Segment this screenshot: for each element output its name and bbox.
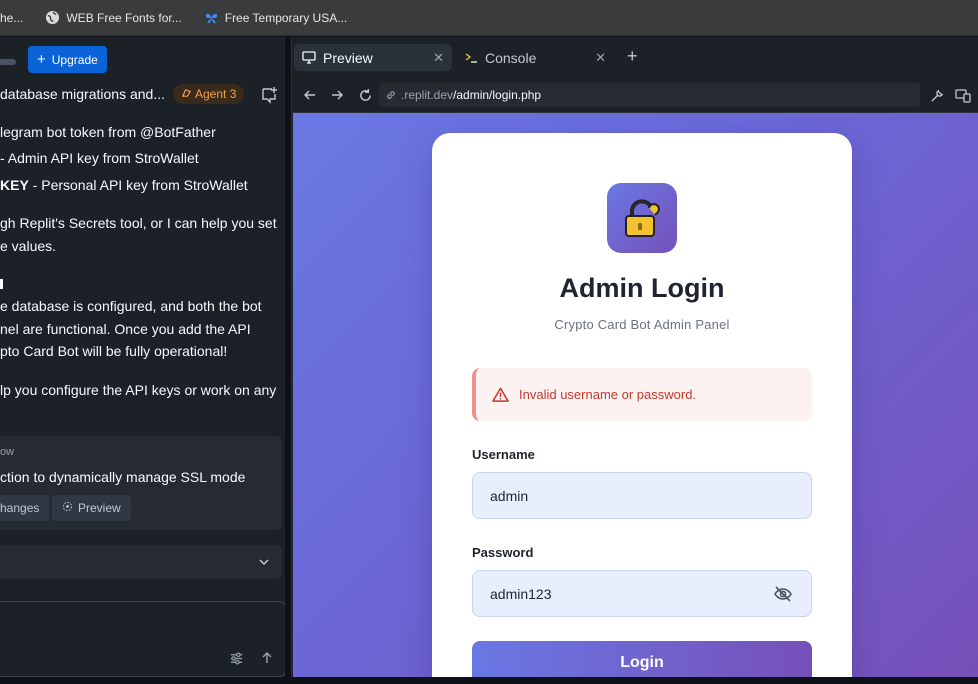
message-text: - Admin API key from StroWallet [0, 150, 199, 166]
url-domain: .replit.dev [401, 88, 454, 102]
message-text: lp you configure the API keys or work on… [0, 382, 277, 398]
upgrade-button[interactable]: + Upgrade [28, 46, 107, 73]
checkpoint-card: ow ction to dynamically manage SSL mode … [0, 436, 282, 530]
message-line: e values. [0, 235, 277, 257]
login-button[interactable]: Login [472, 641, 812, 677]
forward-arrow-icon[interactable] [328, 86, 346, 104]
tab-label: Preview [323, 49, 373, 66]
bookmark-item[interactable]: Free Temporary USA... [204, 10, 347, 25]
message-text: pto Card Bot will be fully operational! [0, 343, 228, 359]
url-bar[interactable]: .replit.dev/admin/login.php [379, 83, 920, 107]
thread-title-text: database migrations and... [0, 86, 165, 102]
lock-logo [607, 183, 677, 253]
checkpoint-description: ction to dynamically manage SSL mode [0, 469, 246, 485]
login-button-label: Login [620, 654, 664, 671]
back-arrow-icon[interactable] [301, 86, 319, 104]
add-tab-icon[interactable]: + [627, 47, 643, 67]
webview: Admin Login Crypto Card Bot Admin Panel … [293, 113, 978, 677]
new-chat-icon[interactable] [260, 86, 278, 104]
password-input[interactable]: admin123 [472, 570, 812, 617]
bookmark-label: he... [0, 10, 24, 25]
bookmark-item[interactable]: he... [0, 11, 23, 25]
username-input[interactable]: admin [472, 472, 812, 519]
error-alert: Invalid username or password. [472, 368, 812, 421]
preview-pane: Preview ✕ Console ✕ + .replit.dev/admin/… [291, 37, 978, 677]
link-icon [385, 89, 397, 101]
bookmark-item[interactable]: WEB Free Fonts for... [45, 10, 182, 25]
eye-slash-icon[interactable] [773, 584, 793, 604]
message-bold: KEY [0, 177, 29, 193]
terminal-icon [464, 51, 478, 64]
bookmarks-bar: he... WEB Free Fonts for... Free Tempora… [0, 0, 978, 36]
send-arrow-icon[interactable] [259, 650, 275, 666]
message-line: e database is configured, and both the b… [0, 295, 277, 317]
password-label: Password [472, 545, 534, 560]
close-icon[interactable]: ✕ [595, 50, 606, 66]
settings-sliders-icon[interactable] [228, 650, 244, 666]
login-subtitle: Crypto Card Bot Admin Panel [554, 317, 730, 332]
window-bottom-edge [0, 677, 978, 684]
chip-label: hanges [0, 501, 40, 515]
bookmark-label: Free Temporary USA... [224, 10, 348, 25]
message-text: - Personal API key from StroWallet [28, 177, 248, 193]
tab-console[interactable]: Console ✕ [456, 44, 614, 71]
message-text: gh Replit's Secrets tool, or I can help … [0, 215, 277, 231]
message-line: - Admin API key from StroWallet [0, 147, 277, 169]
message-line: gh Replit's Secrets tool, or I can help … [0, 212, 277, 234]
reload-icon[interactable] [356, 86, 374, 104]
close-icon[interactable]: ✕ [433, 50, 444, 66]
monitor-icon [302, 51, 316, 64]
password-value: admin123 [490, 585, 552, 602]
message-line: pto Card Bot will be fully operational! [0, 340, 277, 362]
chip-label: Preview [78, 501, 121, 515]
lock-icon [625, 199, 660, 237]
error-message: Invalid username or password. [519, 387, 697, 402]
message-line: lp you configure the API keys or work on… [0, 379, 277, 401]
message-text: nel are functional. Once you add the API [0, 321, 251, 337]
thread-title[interactable]: database migrations and... Agent 3 [0, 84, 245, 104]
view-changes-button[interactable]: hanges [0, 495, 50, 521]
agent-badge: Agent 3 [173, 84, 245, 104]
bookmark-label: WEB Free Fonts for... [66, 10, 182, 25]
chevron-down-icon [258, 555, 270, 573]
url-path: /admin/login.php [453, 88, 542, 102]
agent-icon [181, 87, 192, 101]
butterfly-icon [204, 10, 219, 25]
chat-input[interactable] [0, 601, 285, 677]
message-line: nel are functional. Once you add the API [0, 318, 277, 340]
tab-preview[interactable]: Preview ✕ [294, 44, 452, 71]
message-text: e values. [0, 238, 57, 254]
agent-chat-pane: + Upgrade database migrations and... Age… [0, 37, 285, 677]
username-label: Username [472, 447, 535, 462]
truncated-control[interactable] [0, 59, 16, 65]
collapsed-section[interactable] [0, 545, 282, 579]
pane-tabs: Preview ✕ Console ✕ + [292, 37, 978, 76]
upgrade-label: Upgrade [51, 52, 98, 67]
preview-button[interactable]: Preview [52, 495, 131, 521]
agent-badge-label: Agent 3 [195, 87, 237, 101]
browser-toolbar: .replit.dev/admin/login.php [292, 77, 978, 113]
message-text: e database is configured, and both the b… [0, 298, 262, 314]
warning-icon [492, 387, 509, 402]
heading-fragment [0, 273, 6, 295]
message-line: legram bot token from @BotFather [0, 121, 277, 143]
message-line: KEY - Personal API key from StroWallet [0, 174, 277, 196]
plus-icon: + [37, 50, 46, 68]
checkpoint-label: ow [0, 446, 15, 458]
message-text: legram bot token from @BotFather [0, 124, 216, 140]
devices-icon[interactable] [954, 86, 972, 104]
wrench-icon[interactable] [928, 86, 946, 104]
tab-label: Console [485, 49, 537, 66]
username-value: admin [490, 487, 529, 504]
preview-icon [62, 501, 73, 515]
login-title: Admin Login [559, 273, 725, 303]
globe-icon [45, 10, 60, 25]
top-row: + Upgrade [0, 42, 285, 73]
login-card: Admin Login Crypto Card Bot Admin Panel … [432, 133, 852, 677]
